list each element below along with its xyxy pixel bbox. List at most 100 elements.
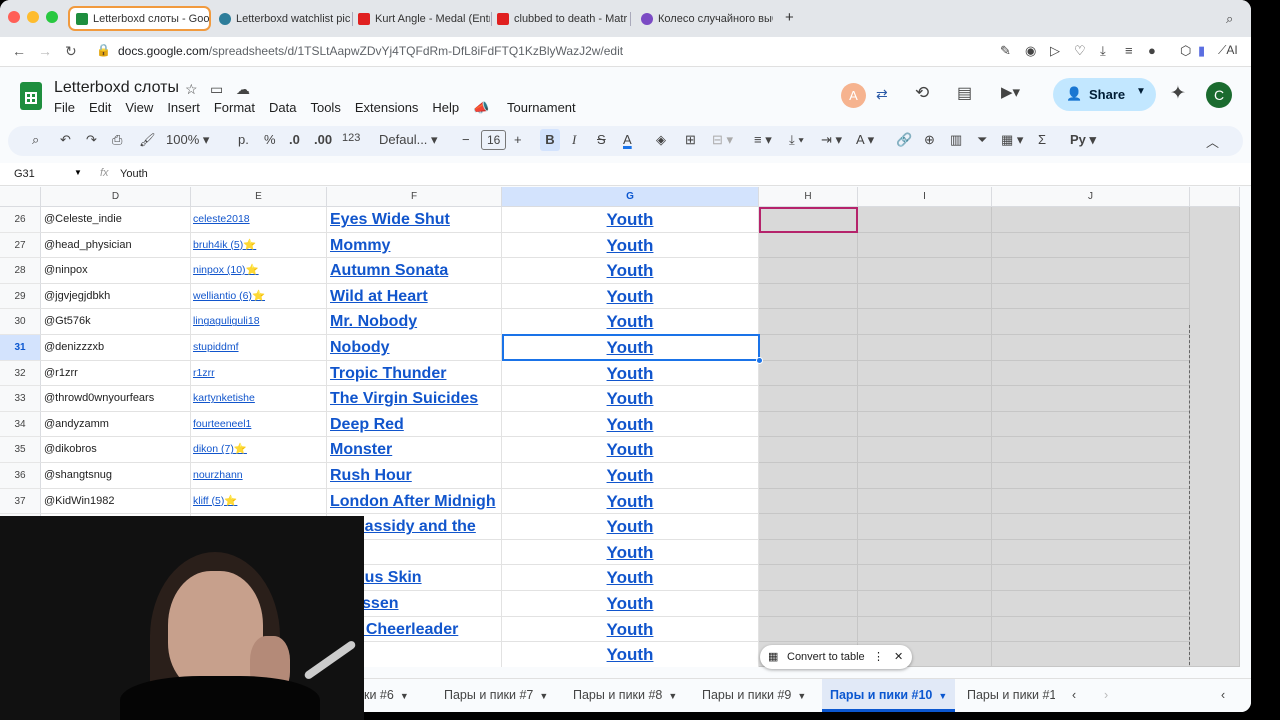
cell-d[interactable]: @shangtsnug: [41, 463, 191, 489]
cell-h[interactable]: [759, 411, 858, 438]
browser-tab-1[interactable]: Letterboxd слоты - Goog: [68, 6, 211, 31]
cell-e[interactable]: bruh4ik (5)⭐: [191, 232, 327, 259]
scroll-tabs-left-icon[interactable]: ‹: [1072, 688, 1076, 702]
cell-h[interactable]: [759, 514, 858, 540]
row-header[interactable]: 32: [0, 360, 41, 387]
cell-j[interactable]: [992, 591, 1190, 617]
site-info-icon[interactable]: 🔒: [96, 43, 111, 57]
menu-help[interactable]: Help: [432, 100, 459, 116]
cell-g[interactable]: Youth: [502, 309, 759, 335]
cell-i[interactable]: [858, 591, 992, 617]
italic-button[interactable]: I: [572, 132, 576, 148]
fill-color-icon[interactable]: ◈: [656, 132, 666, 148]
cell-j[interactable]: [992, 488, 1190, 515]
cell-g[interactable]: Youth: [502, 232, 759, 259]
font-select[interactable]: Defaul... ▾: [379, 132, 438, 148]
decrease-font-size-button[interactable]: −: [462, 132, 470, 147]
paint-format-icon[interactable]: 🖌: [139, 132, 156, 148]
cell-d[interactable]: @KidWin1982: [41, 488, 191, 515]
column-header-h[interactable]: H: [759, 187, 858, 207]
cell-f[interactable]: Rush Hour: [327, 463, 502, 489]
increase-font-size-button[interactable]: +: [514, 132, 522, 147]
search-tabs-icon[interactable]: ⌕: [1226, 11, 1233, 27]
column-header-d[interactable]: D: [41, 187, 191, 207]
browser-tab-4[interactable]: clubbed to death - Matr: [491, 6, 629, 31]
column-header-i[interactable]: I: [858, 187, 992, 207]
cell-i[interactable]: [858, 360, 992, 387]
merge-cells-icon[interactable]: ⊟ ▾: [712, 132, 733, 148]
row-header[interactable]: 29: [0, 283, 41, 310]
cell-d[interactable]: @throwd0wnyourfears: [41, 386, 191, 412]
menu-tools[interactable]: Tools: [310, 100, 340, 116]
text-color-button[interactable]: A: [623, 132, 632, 147]
column-header-g[interactable]: G: [502, 187, 759, 207]
undo-icon[interactable]: ↶: [60, 132, 71, 148]
cell-g[interactable]: Youth: [502, 360, 759, 387]
cell-i[interactable]: [858, 283, 992, 310]
cell-f[interactable]: Autumn Sonata: [327, 258, 502, 284]
row-header[interactable]: 36: [0, 463, 41, 489]
cell-i[interactable]: [858, 411, 992, 438]
cell-e[interactable]: r1zrr: [191, 360, 327, 387]
cell-i[interactable]: [858, 437, 992, 463]
row-header[interactable]: 35: [0, 437, 41, 463]
cell-g[interactable]: Youth: [502, 283, 759, 310]
name-box-dropdown-icon[interactable]: ▼: [74, 168, 82, 177]
comments-icon[interactable]: ▤: [957, 83, 972, 103]
sheet-tab-9[interactable]: Пары и пики #9 ▼: [702, 688, 806, 702]
cell-j[interactable]: [992, 463, 1190, 489]
row-header[interactable]: 31: [0, 335, 41, 361]
percent-button[interactable]: %: [264, 132, 276, 147]
cell-j[interactable]: [992, 539, 1190, 566]
cell-d[interactable]: @jgvjegjdbkh: [41, 283, 191, 310]
cell-f[interactable]: Mr. Nobody: [327, 309, 502, 335]
cell-h[interactable]: [759, 258, 858, 284]
menu-tournament[interactable]: 📣 Tournament: [473, 100, 589, 116]
profile-icon[interactable]: ●: [1148, 43, 1156, 58]
cell-f[interactable]: London After Midnigh: [327, 488, 502, 515]
download-icon[interactable]: ⤓: [1100, 43, 1106, 59]
cell-i[interactable]: [858, 335, 992, 361]
input-tools-icon[interactable]: Pу ▾: [1070, 132, 1096, 148]
menu-insert[interactable]: Insert: [167, 100, 200, 116]
cell-f[interactable]: Tropic Thunder: [327, 360, 502, 387]
name-box[interactable]: G31: [14, 168, 35, 180]
formula-input[interactable]: Youth: [120, 168, 148, 180]
menu-extensions[interactable]: Extensions: [355, 100, 419, 116]
cell-e[interactable]: celeste2018: [191, 207, 327, 233]
cell-h[interactable]: [759, 488, 858, 515]
move-folder-icon[interactable]: ▭: [210, 81, 223, 98]
menu-view[interactable]: View: [125, 100, 153, 116]
zoom-window-button[interactable]: [46, 11, 58, 23]
cell-i[interactable]: [858, 232, 992, 259]
version-history-icon[interactable]: ⟲: [915, 83, 929, 103]
cell-f[interactable]: Eyes Wide Shut: [327, 207, 502, 233]
text-wrap-icon[interactable]: ⇥ ▾: [821, 132, 842, 148]
browser-tab-2[interactable]: Letterboxd watchlist pic: [213, 6, 351, 31]
cell-f[interactable]: Wild at Heart: [327, 283, 502, 310]
cell-i[interactable]: [858, 207, 992, 233]
cell-f[interactable]: Deep Red: [327, 411, 502, 438]
cell-h[interactable]: [759, 360, 858, 387]
cell-h[interactable]: [759, 283, 858, 310]
collapse-toolbar-icon[interactable]: ︿: [1206, 132, 1219, 151]
sheets-logo-icon[interactable]: [20, 82, 42, 110]
cell-d[interactable]: @Celeste_indie: [41, 207, 191, 233]
fill-handle[interactable]: [756, 356, 763, 364]
favorite-icon[interactable]: ♡: [1074, 43, 1086, 59]
cell-g[interactable]: Youth: [502, 463, 759, 489]
cell-j[interactable]: [992, 514, 1190, 540]
cell-e[interactable]: kartynketishe: [191, 386, 327, 412]
row-header[interactable]: 30: [0, 309, 41, 335]
select-all-corner[interactable]: [0, 187, 41, 207]
insert-chart-icon[interactable]: ▥: [950, 132, 962, 148]
cell-h[interactable]: [759, 335, 858, 361]
row-header[interactable]: 34: [0, 411, 41, 438]
filter-views-icon[interactable]: ▦ ▾: [1001, 132, 1023, 148]
column-header-e[interactable]: E: [191, 187, 327, 207]
cell-g[interactable]: Youth: [502, 488, 759, 515]
bold-button[interactable]: B: [540, 129, 560, 151]
menu-format[interactable]: Format: [214, 100, 255, 116]
cell-h[interactable]: [759, 386, 858, 412]
cell-j[interactable]: [992, 437, 1190, 463]
